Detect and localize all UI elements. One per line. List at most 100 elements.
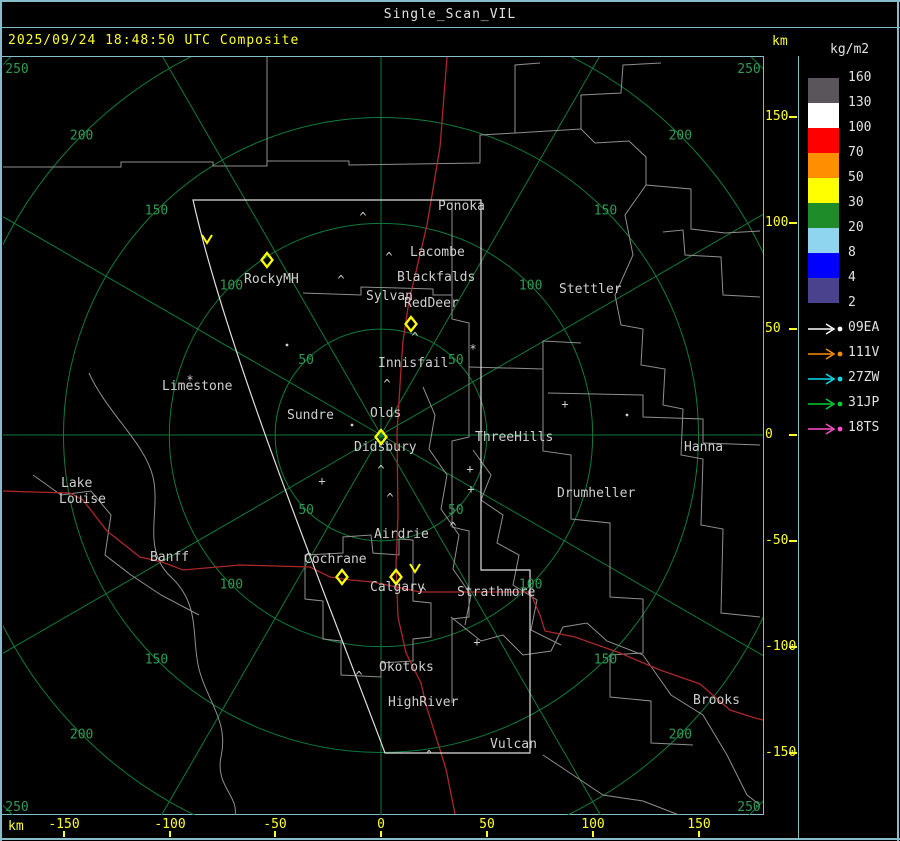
range-ring-label: 200 [669, 727, 692, 742]
range-ring-label: 200 [70, 727, 93, 742]
city-labels: PonokaLacombeBlackfaldsSylvanRedDeerStet… [59, 199, 740, 752]
right-axis-unit: km [772, 34, 788, 49]
timestamp: 2025/09/24 18:48:50 UTC Composite [8, 33, 300, 48]
range-ring-label: 200 [70, 129, 93, 144]
station-arrow-icon [806, 321, 846, 335]
colorbar-value-label: 160 [848, 70, 872, 85]
bottom-axis-tick-label: -100 [154, 817, 186, 832]
city-label: ThreeHills [475, 430, 553, 445]
city-label: Ponoka [438, 199, 485, 214]
terrain-symbol: + [561, 397, 568, 411]
vector-arrow-icon [409, 563, 421, 574]
city-label: HighRiver [388, 695, 459, 710]
terrain-symbol: ^ [383, 377, 390, 391]
range-ring-label: 200 [669, 129, 692, 144]
colorbar-swatch [808, 253, 839, 278]
plot-border-right [763, 56, 764, 815]
bottom-axis-tick-mark [63, 831, 65, 837]
colorbar-value-label: 100 [848, 120, 872, 135]
city-label: Okotoks [379, 660, 434, 675]
city-label: Cochrane [304, 552, 367, 567]
station-id-label: 18TS [848, 420, 880, 435]
colorbar-swatch [808, 228, 839, 253]
right-axis-tick-label: 0 [765, 427, 773, 442]
range-ring-label: 150 [594, 203, 617, 218]
city-label: Louise [59, 492, 106, 507]
city-label: Sundre [287, 408, 334, 423]
city-label: Limestone [162, 379, 233, 394]
right-axis-tick-mark [789, 540, 797, 542]
bottom-axis-tick-mark [698, 831, 700, 837]
terrain-symbol: * [469, 342, 476, 356]
city-label: Lake [61, 476, 92, 491]
right-axis-tick-mark [789, 328, 797, 330]
range-ring-label: 50 [298, 353, 314, 368]
window-border-left [0, 0, 2, 841]
city-label: Didsbury [354, 440, 417, 455]
right-axis-tick-mark [789, 116, 797, 118]
right-axis-tick-label: 150 [765, 109, 789, 124]
city-label: Strathmore [457, 585, 535, 600]
station-arrow-icon [806, 396, 846, 410]
colorbar-value-label: 50 [848, 170, 864, 185]
radar-site-icon [404, 315, 418, 333]
radar-site-icon [260, 251, 274, 269]
colorbar-swatch [808, 103, 839, 128]
colorbar-value-label: 8 [848, 245, 856, 260]
range-ring-label: 50 [298, 503, 314, 518]
range-ring-label: 150 [145, 203, 168, 218]
right-axis-tick-label: -50 [765, 533, 789, 548]
radar-app-window: Single_Scan_VIL 2025/09/24 18:48:50 UTC … [0, 0, 900, 841]
right-axis-tick-label: 100 [765, 215, 789, 230]
window-border-top [0, 0, 900, 2]
terrain-symbol: + [467, 482, 474, 496]
terrain-symbol: ^ [425, 748, 432, 762]
terrain-symbol: + [466, 462, 473, 476]
terrain-symbol: ^ [359, 210, 366, 224]
bottom-axis-tick-label: 0 [377, 817, 385, 832]
bottom-axis-tick-label: 150 [687, 817, 711, 832]
window-border-right [897, 0, 899, 841]
range-ring-label: 150 [145, 653, 168, 668]
colorbar-swatch [808, 203, 839, 228]
colorbar-swatch [808, 78, 839, 103]
bottom-axis-tick-label: -150 [48, 817, 80, 832]
titlebar-separator [0, 27, 900, 28]
city-label: Banff [150, 550, 189, 565]
range-ring-label: 250 [5, 62, 28, 77]
station-arrow-icon [806, 421, 846, 435]
radar-map-canvas[interactable]: 50 50 50 50 100 100 100 100 150 150 150 150 200 200 20… [0, 0, 900, 841]
town-dot-marker [625, 413, 629, 417]
range-ring-label: 100 [220, 578, 243, 593]
terrain-symbol: ^ [449, 520, 456, 534]
city-label: Stettler [559, 282, 622, 297]
bottom-axis-unit: km [8, 819, 24, 834]
terrain-symbol: ^ [385, 250, 392, 264]
station-id-label: 27ZW [848, 370, 880, 385]
station-arrow-icon [806, 371, 846, 385]
station-id-label: 111V [848, 345, 880, 360]
right-axis-tick-mark [789, 222, 797, 224]
colorbar-value-label: 130 [848, 95, 872, 110]
colorbar-swatch [808, 278, 839, 303]
terrain-symbol: + [318, 474, 325, 488]
bottom-axis-tick-label: -50 [263, 817, 287, 832]
bottom-axis-tick-label: 100 [581, 817, 605, 832]
bottom-axis-tick-mark [592, 831, 594, 837]
town-dot-marker [350, 423, 354, 427]
bottom-axis-tick-mark [486, 831, 488, 837]
window-border-bottom [0, 838, 900, 840]
terrain-symbol: ^ [355, 669, 362, 683]
city-label: Airdrie [374, 527, 429, 542]
terrain-symbol: ^ [377, 463, 384, 477]
range-ring-label: 100 [519, 278, 542, 293]
terrain-symbol: ^ [386, 491, 393, 505]
city-label: Hanna [684, 440, 723, 455]
terrain-symbol: ^ [411, 330, 418, 344]
city-label: Innisfail [378, 356, 448, 371]
range-ring-label: 50 [448, 353, 464, 368]
terrain-symbol: + [473, 635, 480, 649]
range-ring-label: 100 [220, 278, 243, 293]
right-axis-tick-label: 50 [765, 321, 781, 336]
terrain-symbol: ^ [337, 273, 344, 287]
